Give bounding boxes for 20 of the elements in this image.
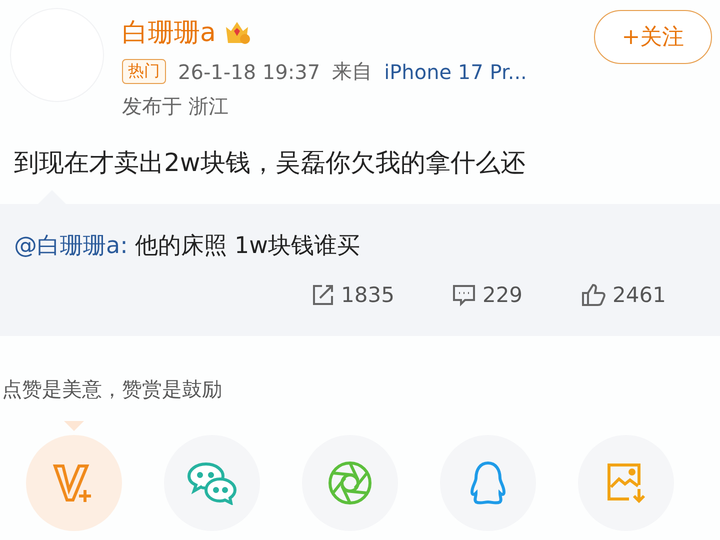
source-label: 来自 [332, 58, 372, 85]
thumbs-up-icon[interactable] [580, 283, 607, 307]
quoted-text: @白珊珊a: 他的床照 1w块钱谁买 [14, 232, 361, 261]
post-text: 到现在才卖出2w块钱，吴磊你欠我的拿什么还 [13, 147, 526, 179]
aperture-icon [327, 460, 373, 506]
user-name[interactable]: 白珊珊a [122, 14, 216, 50]
source-device[interactable]: iPhone 17 Pr... [384, 60, 527, 84]
stat-count: 1835 [341, 283, 394, 307]
reward-hint: 点赞是美意，赞赏是鼓励 [1, 376, 223, 403]
chat-bubbles-icon [186, 461, 238, 505]
penguin-icon [468, 460, 508, 506]
hot-tag: 热门 [122, 59, 166, 84]
stat-count: 229 [482, 283, 523, 307]
post-location: 发布于 浙江 [122, 93, 230, 120]
save-image-icon [605, 461, 647, 505]
follow-button[interactable]: +关注 [594, 10, 712, 64]
comment-icon[interactable] [452, 283, 476, 307]
repost-icon[interactable] [311, 283, 335, 307]
post-time: 26-1-18 19:37 [178, 60, 320, 84]
stat-count: 2461 [612, 283, 666, 307]
